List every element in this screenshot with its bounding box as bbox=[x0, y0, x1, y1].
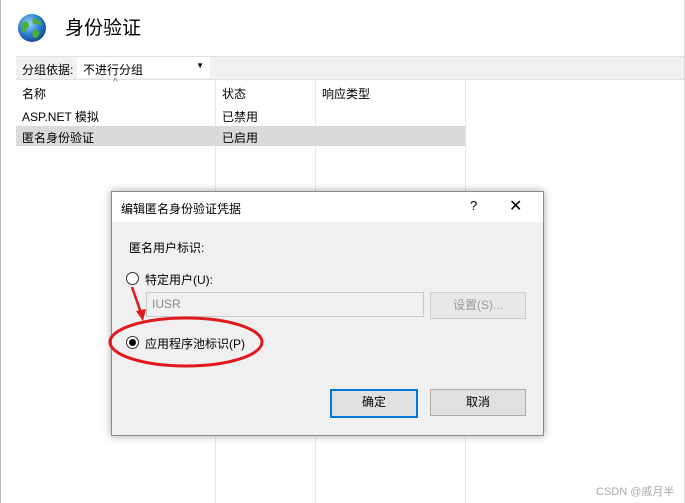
sort-ascending-icon: ^ bbox=[113, 77, 118, 88]
column-header-name[interactable]: 名称 bbox=[22, 85, 46, 102]
set-credentials-button[interactable]: 设置(S)... bbox=[430, 292, 526, 319]
table-row[interactable]: ASP.NET 模拟 已禁用 bbox=[16, 105, 465, 125]
ok-button[interactable]: 确定 bbox=[330, 389, 418, 418]
radio-selected-dot bbox=[129, 339, 136, 346]
window-border-left bbox=[0, 0, 1, 503]
anonymous-identity-label: 匿名用户标识: bbox=[129, 241, 205, 255]
column-header-response-type[interactable]: 响应类型 bbox=[322, 85, 370, 102]
watermark: CSDN @戚月半 bbox=[596, 486, 675, 498]
app-pool-identity-radio[interactable] bbox=[126, 336, 139, 349]
dialog-titlebar: 编辑匿名身份验证凭据 ? ✕ bbox=[112, 192, 543, 222]
help-button[interactable]: ? bbox=[470, 198, 477, 213]
close-icon[interactable]: ✕ bbox=[509, 196, 522, 216]
group-by-label: 分组依据: bbox=[22, 63, 74, 77]
username-field[interactable]: IUSR bbox=[146, 292, 424, 317]
edit-anonymous-credentials-dialog: 编辑匿名身份验证凭据 ? ✕ 匿名用户标识: 特定用户(U): IUSR 设置(… bbox=[111, 191, 544, 436]
table-row[interactable]: 匿名身份验证 已启用 bbox=[16, 126, 465, 146]
page-header: 身份验证 bbox=[1, 0, 684, 52]
globe-icon bbox=[18, 14, 46, 42]
column-header-status[interactable]: 状态 bbox=[222, 85, 246, 102]
dropdown-arrow-icon: ▼ bbox=[196, 61, 204, 70]
cancel-button[interactable]: 取消 bbox=[430, 389, 526, 416]
row-status: 已禁用 bbox=[222, 110, 259, 124]
row-status: 已启用 bbox=[222, 131, 259, 145]
dialog-title: 编辑匿名身份验证凭据 bbox=[121, 202, 242, 216]
group-by-value: 不进行分组 bbox=[83, 63, 144, 77]
specific-user-radio[interactable] bbox=[126, 272, 139, 285]
group-by-dropdown[interactable]: 不进行分组 ▼ bbox=[77, 57, 210, 78]
app-pool-identity-label[interactable]: 应用程序池标识(P) bbox=[145, 335, 245, 352]
specific-user-label[interactable]: 特定用户(U): bbox=[145, 271, 213, 288]
page-title: 身份验证 bbox=[65, 17, 142, 39]
username-value: IUSR bbox=[152, 297, 181, 311]
row-name: 匿名身份验证 bbox=[22, 131, 95, 145]
row-name: ASP.NET 模拟 bbox=[22, 110, 99, 124]
